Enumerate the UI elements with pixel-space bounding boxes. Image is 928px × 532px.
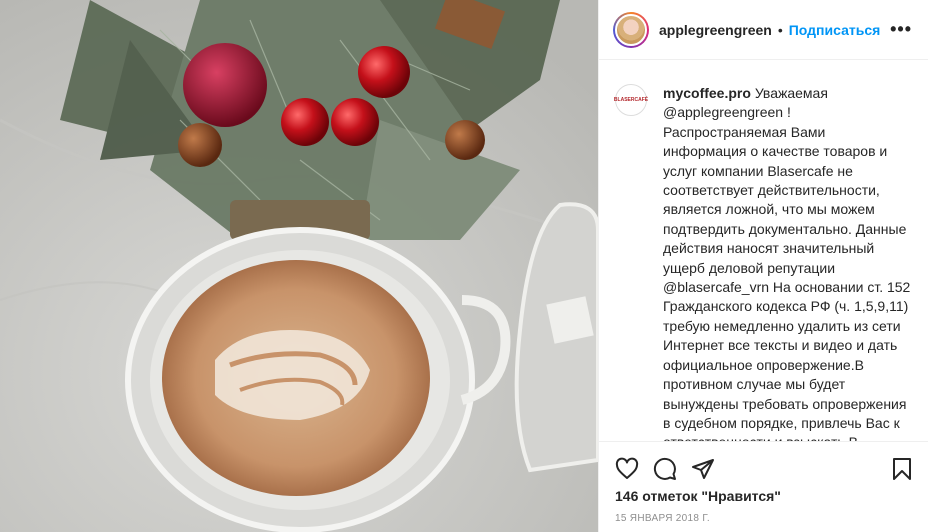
comment-text: Уважаемая @applegreengreen ! Распростран…	[663, 85, 911, 442]
post-date[interactable]: 15 ЯНВАРЯ 2018 Г.	[615, 513, 710, 524]
follow-button[interactable]: Подписаться	[789, 22, 881, 38]
author-avatar-image	[615, 13, 647, 46]
author-avatar[interactable]	[613, 11, 649, 48]
bookmark-icon[interactable]	[890, 457, 914, 481]
instagram-post: applegreengreen • Подписаться ••• BLASER…	[0, 0, 928, 532]
commenter-avatar[interactable]: BLASERCAFÉ	[613, 84, 649, 116]
comment-body: mycoffee.pro Уважаемая @applegreengreen …	[663, 84, 911, 442]
post-photo[interactable]	[0, 0, 598, 532]
more-options-icon[interactable]: •••	[890, 19, 912, 40]
comment-item: BLASERCAFÉ mycoffee.pro Уважаемая @apple…	[613, 84, 912, 442]
coffee-photo-illustration	[0, 0, 598, 532]
author-username[interactable]: applegreengreen	[659, 22, 772, 38]
header-separator: •	[777, 21, 783, 38]
commenter-username[interactable]: mycoffee.pro	[663, 85, 751, 101]
comments-list[interactable]: BLASERCAFÉ mycoffee.pro Уважаемая @apple…	[599, 60, 928, 442]
heart-icon[interactable]	[615, 457, 639, 481]
share-icon[interactable]	[691, 457, 715, 481]
actions-divider	[599, 441, 928, 442]
comment-icon[interactable]	[653, 457, 677, 481]
post-side-panel: applegreengreen • Подписаться ••• BLASER…	[598, 0, 928, 532]
commenter-avatar-logo: BLASERCAFÉ	[613, 97, 649, 103]
likes-count[interactable]: 146 отметок "Нравится"	[615, 488, 781, 504]
post-header: applegreengreen • Подписаться •••	[599, 0, 928, 60]
action-bar	[615, 454, 914, 484]
